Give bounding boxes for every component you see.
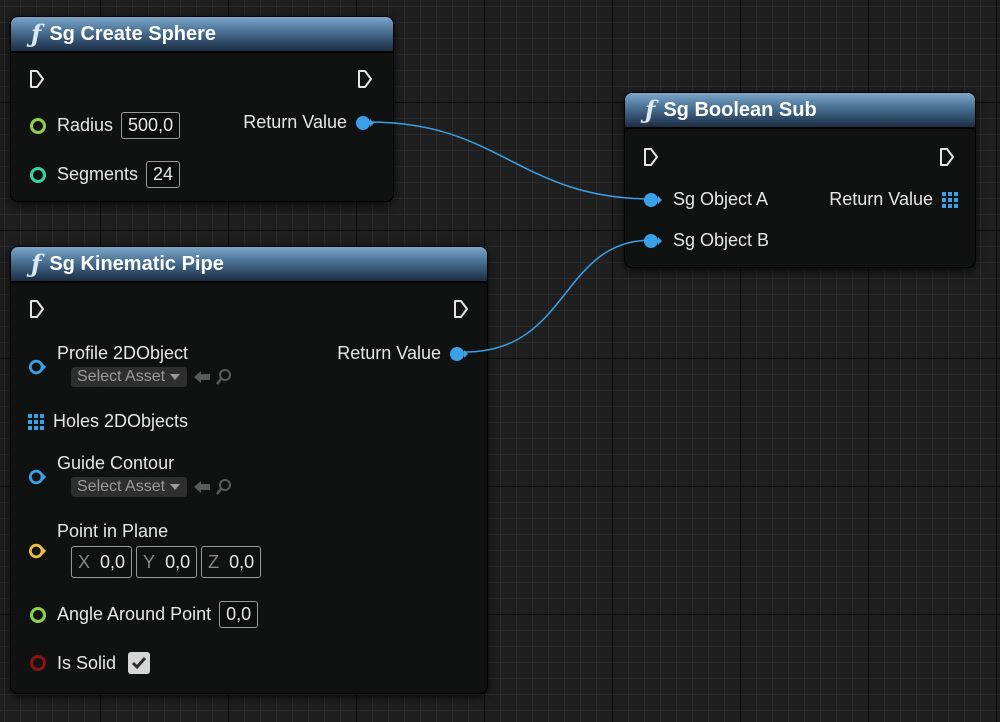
point-x-field[interactable]: X 0,0 — [71, 546, 133, 578]
object-pin-icon[interactable] — [449, 345, 469, 363]
float-pin-icon[interactable] — [29, 606, 47, 624]
radius-label: Radius — [57, 115, 114, 135]
input-row-is-solid: Is Solid — [29, 652, 151, 674]
object-pin-icon[interactable] — [643, 191, 663, 209]
return-value-label: Return Value — [829, 189, 933, 209]
array-pin-icon[interactable] — [941, 191, 959, 209]
object-pin-icon[interactable] — [643, 232, 663, 250]
profile-label: Profile 2DObject — [57, 343, 189, 363]
point-z-field[interactable]: Z 0,0 — [201, 546, 262, 578]
float-pin-icon[interactable] — [29, 117, 47, 135]
use-selected-arrow-icon[interactable] — [193, 480, 211, 494]
function-icon: ƒ — [645, 95, 656, 124]
wire-sphere-to-object-a[interactable] — [369, 121, 653, 200]
node-title: Sg Create Sphere — [49, 22, 217, 45]
return-value-label: Return Value — [337, 343, 441, 363]
object-ref-pin-icon[interactable] — [29, 468, 47, 486]
node-sg-create-sphere[interactable]: ƒ Sg Create Sphere Radius 500,0 Segments… — [10, 16, 394, 202]
bool-pin-icon[interactable] — [29, 654, 47, 672]
use-selected-arrow-icon[interactable] — [193, 370, 211, 384]
input-row-guide: Guide Contour — [29, 453, 174, 474]
is-solid-checkbox[interactable] — [128, 652, 151, 674]
input-row-object-a: Sg Object A — [643, 189, 768, 210]
browse-search-icon[interactable] — [215, 478, 233, 496]
output-row-return-value: Return Value — [337, 343, 469, 364]
segments-label: Segments — [57, 164, 139, 184]
guide-select-asset-dropdown[interactable]: Select Asset — [71, 477, 188, 497]
object-ref-pin-icon[interactable] — [29, 358, 47, 376]
checkmark-icon — [131, 657, 147, 670]
int-pin-icon[interactable] — [29, 166, 47, 184]
browse-search-icon[interactable] — [215, 368, 233, 386]
function-icon: ƒ — [31, 19, 42, 48]
is-solid-label: Is Solid — [57, 652, 117, 673]
exec-out-pin-icon[interactable] — [453, 299, 469, 319]
function-icon: ƒ — [31, 249, 42, 278]
output-row-return-value: Return Value — [829, 189, 959, 210]
point-y-field[interactable]: Y 0,0 — [136, 546, 198, 578]
output-row-return-value: Return Value — [243, 112, 375, 133]
angle-value-field[interactable]: 0,0 — [219, 601, 259, 628]
exec-in-pin-icon[interactable] — [643, 147, 659, 167]
input-row-point: Point in Plane — [29, 521, 168, 542]
segments-value-field[interactable]: 24 — [146, 161, 181, 188]
point-label: Point in Plane — [57, 521, 169, 541]
chevron-down-icon — [170, 484, 181, 490]
node-sg-boolean-sub[interactable]: ƒ Sg Boolean Sub Sg Object A Sg Object B… — [624, 92, 976, 268]
array-pin-icon[interactable] — [27, 413, 45, 431]
object-b-label: Sg Object B — [673, 230, 770, 250]
vector-pin-icon[interactable] — [29, 542, 47, 560]
node-title: Sg Kinematic Pipe — [49, 252, 224, 275]
node-header[interactable]: ƒ Sg Boolean Sub — [625, 93, 975, 129]
chevron-down-icon — [170, 374, 181, 380]
input-row-profile: Profile 2DObject — [29, 343, 188, 364]
object-a-label: Sg Object A — [673, 189, 769, 209]
return-value-label: Return Value — [243, 112, 347, 132]
profile-asset-picker: Select Asset — [71, 367, 233, 387]
node-header[interactable]: ƒ Sg Kinematic Pipe — [11, 247, 487, 283]
node-title: Sg Boolean Sub — [663, 98, 817, 121]
node-sg-kinematic-pipe[interactable]: ƒ Sg Kinematic Pipe Profile 2DObject Sel… — [10, 246, 488, 694]
input-row-segments: Segments 24 — [29, 161, 181, 188]
input-row-object-b: Sg Object B — [643, 230, 769, 251]
input-row-radius: Radius 500,0 — [29, 112, 181, 139]
guide-asset-picker: Select Asset — [71, 477, 233, 497]
exec-out-pin-icon[interactable] — [939, 147, 955, 167]
radius-value-field[interactable]: 500,0 — [121, 112, 181, 139]
angle-label: Angle Around Point — [57, 604, 212, 624]
input-row-angle: Angle Around Point 0,0 — [29, 601, 259, 628]
guide-label: Guide Contour — [57, 453, 175, 473]
holes-label: Holes 2DObjects — [53, 411, 189, 431]
exec-in-pin-icon[interactable] — [29, 69, 45, 89]
exec-out-pin-icon[interactable] — [357, 69, 373, 89]
input-row-holes: Holes 2DObjects — [27, 411, 188, 432]
profile-select-asset-dropdown[interactable]: Select Asset — [71, 367, 188, 387]
exec-in-pin-icon[interactable] — [29, 299, 45, 319]
point-vector-fields: X 0,0 Y 0,0 Z 0,0 — [71, 546, 265, 578]
object-pin-icon[interactable] — [355, 114, 375, 132]
node-header[interactable]: ƒ Sg Create Sphere — [11, 17, 393, 53]
